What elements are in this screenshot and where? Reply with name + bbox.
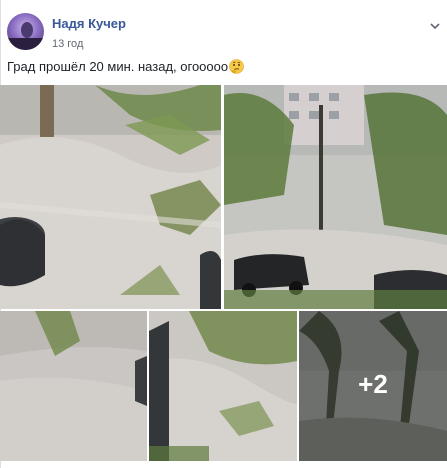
post-card: Надя Кучер 13 год Град прошёл 20 мин. на… [0, 0, 447, 468]
thinking-face-emoji-icon [229, 59, 244, 74]
post-photo-2[interactable] [224, 85, 447, 309]
post-header: Надя Кучер 13 год [7, 13, 440, 53]
post-text: Град прошёл 20 мин. назад, огооооо [7, 59, 437, 74]
more-photos-count: +2 [358, 369, 388, 399]
avatar-ground [7, 38, 44, 50]
author-name[interactable]: Надя Кучер [52, 16, 126, 31]
avatar-tree [21, 22, 33, 38]
post-photo-1[interactable] [0, 85, 221, 309]
author-avatar[interactable] [7, 13, 44, 50]
post-photo-5[interactable]: +2 [299, 311, 447, 461]
post-text-content: Град прошёл 20 мин. назад, огооооо [7, 59, 229, 74]
post-timestamp[interactable]: 13 год [52, 38, 83, 50]
post-photo-4[interactable] [149, 311, 297, 461]
post-options-chevron-icon[interactable] [425, 21, 445, 33]
post-photo-3[interactable] [0, 311, 147, 461]
